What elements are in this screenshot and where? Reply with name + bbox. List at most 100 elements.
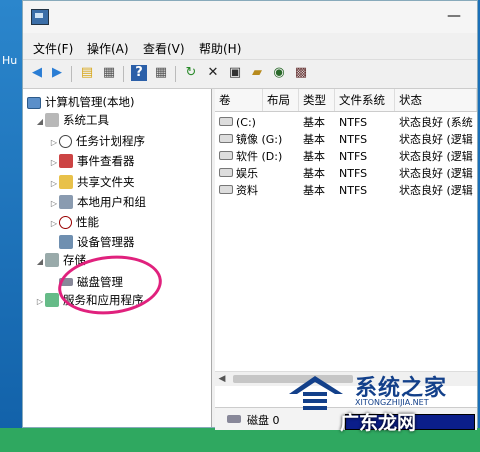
tools-icon (45, 113, 59, 127)
tree-label: 计算机管理(本地) (45, 95, 135, 109)
menu-action[interactable]: 操作(A) (87, 40, 129, 57)
forward-icon[interactable]: ▶ (49, 65, 65, 81)
toolbar-separator (175, 66, 176, 82)
drive-icon (219, 134, 233, 143)
volume-name: (C:) (236, 116, 256, 129)
tree-item-shared-folders[interactable]: ▷ 共享文件夹 (49, 173, 135, 191)
tree-label: 事件查看器 (77, 154, 135, 168)
toolbar-separator (71, 66, 72, 82)
computer-management-icon (31, 9, 49, 25)
delete-icon[interactable]: ✕ (205, 65, 221, 81)
volume-type: 基本 (303, 184, 325, 197)
volume-status: 状态良好 (逻辑 (399, 150, 473, 163)
toolbar: ◀ ▶ ▤ ▦ ? ▦ ↻ ✕ ▣ ▰ ◉ ▩ (23, 59, 477, 89)
column-layout[interactable]: 布局 (263, 89, 299, 111)
tree-item-performance[interactable]: ▷ 性能 (49, 213, 99, 231)
services-icon (45, 293, 59, 307)
zoom-icon[interactable]: ◉ (271, 65, 287, 81)
tree-item-event-viewer[interactable]: ▷ 事件查看器 (49, 152, 135, 170)
event-viewer-icon (59, 154, 73, 168)
scroll-left-icon[interactable]: ◀ (215, 372, 229, 386)
tree-item-device-manager[interactable]: 设备管理器 (59, 233, 135, 251)
expand-arrow-icon[interactable]: ▷ (49, 134, 59, 152)
tree-item-system-tools[interactable]: ◢ 系统工具 (35, 111, 109, 129)
horizontal-scrollbar[interactable]: ◀ (215, 371, 477, 386)
table-row[interactable]: 资料 基本 NTFS 状态良好 (逻辑 (215, 182, 477, 199)
column-status[interactable]: 状态 (395, 89, 477, 111)
tree-item-services[interactable]: ▷ 服务和应用程序 (35, 291, 144, 309)
column-volume[interactable]: 卷 (215, 89, 263, 111)
tree-item-disk-management[interactable]: 磁盘管理 (59, 273, 123, 291)
navigation-tree: 计算机管理(本地) ◢ 系统工具 ▷ 任务计划程序 ▷ 事件查看器 ▷ 共享文件夹 ▷ 本… (23, 89, 212, 427)
disk-icon (227, 415, 241, 423)
table-row[interactable]: (C:) 基本 NTFS 状态良好 (系统 (215, 114, 477, 131)
back-icon[interactable]: ◀ (29, 65, 45, 81)
volume-list-pane: 卷 布局 类型 文件系统 状态 (C:) 基本 NTFS 状态良好 (系统 镜像… (215, 89, 477, 430)
column-filesystem[interactable]: 文件系统 (335, 89, 395, 111)
disk-management-icon (59, 278, 73, 286)
table-row[interactable]: 软件 (D:) 基本 NTFS 状态良好 (逻辑 (215, 148, 477, 165)
menu-view[interactable]: 查看(V) (143, 40, 185, 57)
desktop-edge-label: Hu (2, 54, 18, 67)
refresh-icon[interactable]: ↻ (183, 65, 199, 81)
menu-help[interactable]: 帮助(H) (199, 40, 241, 57)
expand-arrow-icon[interactable]: ▷ (49, 175, 59, 193)
volume-status: 状态良好 (系统 (399, 116, 473, 129)
properties-icon[interactable]: ▣ (227, 65, 243, 81)
properties-view-icon[interactable]: ▦ (153, 65, 169, 81)
volume-filesystem: NTFS (339, 167, 368, 180)
tree-item-root[interactable]: 计算机管理(本地) (27, 93, 134, 111)
table-row[interactable]: 镜像 (G:) 基本 NTFS 状态良好 (逻辑 (215, 131, 477, 148)
expand-arrow-icon[interactable]: ▷ (49, 215, 59, 233)
collapse-arrow-icon[interactable]: ◢ (35, 253, 45, 271)
column-type[interactable]: 类型 (299, 89, 335, 111)
toolbar-separator (123, 66, 124, 82)
expand-arrow-icon[interactable]: ▷ (49, 154, 59, 172)
collapse-arrow-icon[interactable]: ◢ (35, 113, 45, 131)
menu-bar: 文件(F) 操作(A) 查看(V) 帮助(H) (23, 37, 477, 59)
volume-filesystem: NTFS (339, 133, 368, 146)
tree-label: 性能 (76, 215, 99, 229)
tree-label: 设备管理器 (77, 235, 135, 249)
device-manager-icon (59, 235, 73, 249)
tree-label: 任务计划程序 (76, 134, 145, 148)
volume-name: 娱乐 (236, 167, 258, 180)
volume-name: 资料 (236, 184, 258, 197)
menu-file[interactable]: 文件(F) (33, 40, 73, 57)
volume-name: 镜像 (G:) (236, 133, 283, 146)
performance-icon (59, 216, 72, 229)
volume-filesystem: NTFS (339, 150, 368, 163)
expand-arrow-icon[interactable]: ▷ (49, 195, 59, 213)
disk-label: 磁盘 0 (247, 414, 280, 427)
volume-type: 基本 (303, 133, 325, 146)
volume-name: 软件 (D:) (236, 150, 283, 163)
drive-icon (219, 117, 233, 126)
tree-label: 存储 (63, 253, 86, 267)
volume-filesystem: NTFS (339, 184, 368, 197)
help-icon[interactable]: ? (131, 65, 147, 81)
drive-icon (219, 168, 233, 177)
tree-item-task-scheduler[interactable]: ▷ 任务计划程序 (49, 132, 145, 150)
expand-arrow-icon[interactable]: ▷ (35, 293, 45, 311)
shared-folder-icon (59, 175, 73, 189)
up-folder-icon[interactable]: ▤ (79, 65, 95, 81)
tree-item-local-users[interactable]: ▷ 本地用户和组 (49, 193, 146, 211)
tree-label: 系统工具 (63, 113, 109, 127)
volume-type: 基本 (303, 116, 325, 129)
drive-icon (219, 151, 233, 160)
table-row[interactable]: 娱乐 基本 NTFS 状态良好 (逻辑 (215, 165, 477, 182)
volume-status: 状态良好 (逻辑 (399, 167, 473, 180)
title-bar: — (23, 1, 477, 33)
volume-type: 基本 (303, 167, 325, 180)
show-hide-tree-icon[interactable]: ▦ (101, 65, 117, 81)
scroll-thumb[interactable] (233, 375, 353, 383)
computer-management-window: — 文件(F) 操作(A) 查看(V) 帮助(H) ◀ ▶ ▤ ▦ ? ▦ ↻ … (22, 0, 478, 430)
drive-icon (219, 185, 233, 194)
storage-icon (45, 253, 59, 267)
tree-label: 磁盘管理 (77, 275, 123, 289)
settings-icon[interactable]: ▩ (293, 65, 309, 81)
tree-item-storage[interactable]: ◢ 存储 (35, 251, 86, 269)
open-icon[interactable]: ▰ (249, 65, 265, 81)
watermark-site: 广东龙网 (340, 412, 417, 434)
minimize-button[interactable]: — (439, 7, 469, 27)
